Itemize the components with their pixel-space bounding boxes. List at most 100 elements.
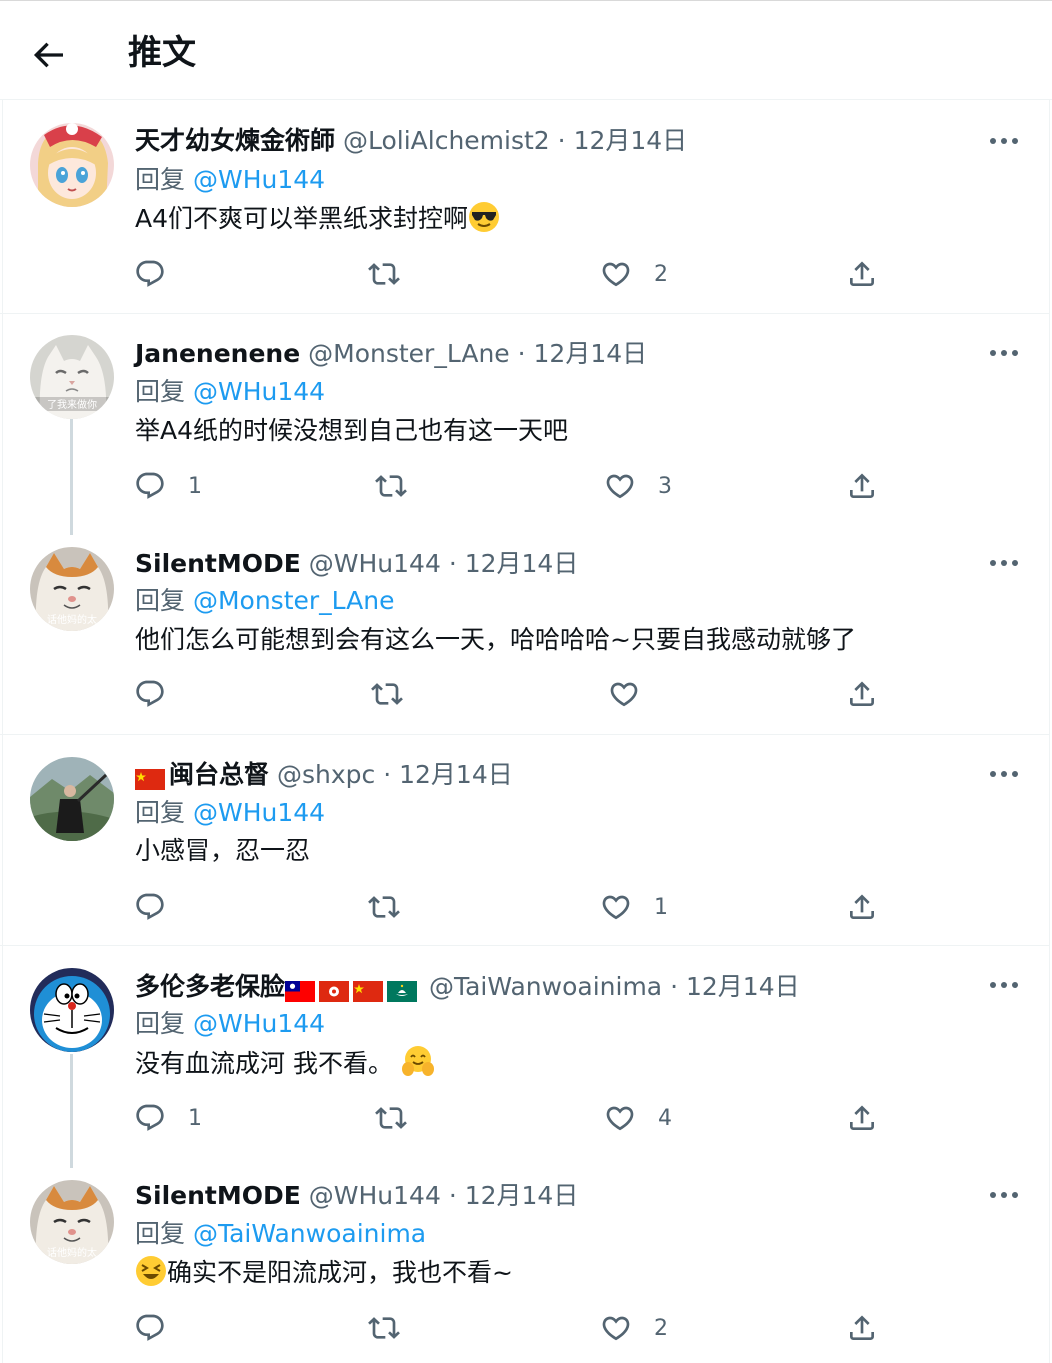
avatar[interactable] bbox=[30, 968, 114, 1052]
reply-mention-link[interactable]: @TaiWanwoainima bbox=[193, 1219, 426, 1248]
share-button[interactable] bbox=[846, 887, 878, 927]
reply-mention-link[interactable]: @WHu144 bbox=[193, 1009, 325, 1038]
tweet[interactable]: 多伦多老保脸 @TaiWanwoainima · 12月14日 回复 @WHu1… bbox=[0, 946, 1050, 1168]
display-name[interactable]: 天才幼女煉金術師 bbox=[135, 126, 335, 155]
separator-dot: · bbox=[383, 760, 392, 789]
user-handle[interactable]: @WHu144 bbox=[309, 549, 441, 578]
more-dots-icon bbox=[988, 553, 1020, 573]
avatar[interactable]: 话他妈的太 bbox=[30, 547, 114, 631]
more-options-button[interactable] bbox=[988, 764, 1020, 784]
tweet[interactable]: 话他妈的太 SilentMODE @WHu144 · 12月14日 回复 @Ta… bbox=[0, 1156, 1050, 1363]
reply-icon bbox=[134, 470, 166, 502]
like-count: 2 bbox=[654, 261, 668, 287]
timestamp[interactable]: 12月14日 bbox=[534, 339, 648, 368]
user-handle[interactable]: @Monster_LAne bbox=[308, 339, 510, 368]
reply-button[interactable] bbox=[134, 254, 166, 294]
retweet-icon bbox=[368, 1312, 400, 1344]
more-options-button[interactable] bbox=[988, 343, 1020, 363]
share-button[interactable] bbox=[846, 1308, 878, 1348]
display-name[interactable]: Janenenene bbox=[135, 339, 300, 368]
reply-prefix: 回复 bbox=[135, 377, 186, 406]
retweet-icon bbox=[368, 891, 400, 923]
timestamp[interactable]: 12月14日 bbox=[686, 972, 800, 1001]
tweet-header: 多伦多老保脸 @TaiWanwoainima · 12月14日 bbox=[135, 967, 800, 1007]
user-handle[interactable]: @TaiWanwoainima bbox=[429, 972, 662, 1001]
reply-prefix: 回复 bbox=[135, 586, 186, 615]
reply-mention-link[interactable]: @WHu144 bbox=[193, 798, 325, 827]
retweet-button[interactable] bbox=[368, 254, 400, 294]
like-button[interactable]: 1 bbox=[600, 887, 668, 927]
user-handle[interactable]: @shxpc bbox=[277, 760, 375, 789]
reply-button[interactable] bbox=[134, 1308, 166, 1348]
more-options-button[interactable] bbox=[988, 131, 1020, 151]
reply-button[interactable] bbox=[134, 887, 166, 927]
reply-mention-link[interactable]: @Monster_LAne bbox=[193, 586, 395, 615]
orange-cat-avatar-image: 话他妈的太 bbox=[30, 547, 114, 631]
share-button[interactable] bbox=[846, 254, 878, 294]
reply-prefix: 回复 bbox=[135, 1009, 186, 1038]
heart-icon bbox=[600, 891, 632, 923]
tweet-actions: 1 3 bbox=[0, 466, 1050, 506]
display-name[interactable]: SilentMODE bbox=[135, 1181, 301, 1210]
tweet[interactable]: 了我来做你 Janenenene @Monster_LAne · 12月14日 … bbox=[0, 313, 1050, 535]
like-button[interactable]: 2 bbox=[600, 1308, 668, 1348]
tweet[interactable]: 天才幼女煉金術師 @LoliAlchemist2 · 12月14日 回复 @WH… bbox=[0, 101, 1050, 314]
tweet-text-content: 确实不是阳流成河，我也不看~ bbox=[167, 1258, 513, 1287]
share-icon bbox=[846, 258, 878, 290]
share-icon bbox=[846, 1312, 878, 1344]
display-name[interactable]: SilentMODE bbox=[135, 549, 301, 578]
retweet-button[interactable] bbox=[375, 1098, 407, 1138]
retweet-button[interactable] bbox=[371, 674, 403, 714]
more-dots-icon bbox=[988, 343, 1020, 363]
avatar[interactable] bbox=[30, 123, 114, 207]
more-dots-icon bbox=[988, 131, 1020, 151]
tweet-text-content: 举A4纸的时候没想到自己也有这一天吧 bbox=[135, 416, 569, 445]
timestamp[interactable]: 12月14日 bbox=[399, 760, 513, 789]
tweet[interactable]: 话他妈的太 SilentMODE @WHu144 · 12月14日 回复 @Mo… bbox=[0, 523, 1050, 735]
tweet[interactable]: 闽台总督 @shxpc · 12月14日 回复 @WHu144 小感冒，忍一忍 … bbox=[0, 735, 1050, 946]
share-button[interactable] bbox=[846, 1098, 878, 1138]
tweet-text: 他们怎么可能想到会有这么一天，哈哈哈哈~只要自我感动就够了 bbox=[135, 621, 856, 659]
reply-mention-link[interactable]: @WHu144 bbox=[193, 377, 325, 406]
more-options-button[interactable] bbox=[988, 1185, 1020, 1205]
reply-icon bbox=[134, 678, 166, 710]
display-name[interactable]: 多伦多老保脸 bbox=[135, 972, 285, 1001]
timestamp[interactable]: 12月14日 bbox=[465, 1181, 579, 1210]
reply-button[interactable] bbox=[134, 674, 166, 714]
avatar[interactable] bbox=[30, 757, 114, 841]
display-name[interactable]: 闽台总督 bbox=[169, 760, 269, 789]
reply-count: 1 bbox=[188, 473, 202, 499]
timestamp[interactable]: 12月14日 bbox=[465, 549, 579, 578]
tweet-text: 小感冒，忍一忍 bbox=[135, 832, 310, 870]
tweet-text: 没有血流成河 我不看。 bbox=[135, 1044, 435, 1083]
like-button[interactable]: 4 bbox=[604, 1098, 672, 1138]
share-button[interactable] bbox=[846, 674, 878, 714]
user-handle[interactable]: @LoliAlchemist2 bbox=[343, 126, 550, 155]
taiwan-flag-icon bbox=[285, 980, 316, 1002]
reply-context: 回复 @WHu144 bbox=[135, 795, 325, 831]
user-handle[interactable]: @WHu144 bbox=[309, 1181, 441, 1210]
back-button[interactable] bbox=[28, 35, 68, 75]
more-options-button[interactable] bbox=[988, 553, 1020, 573]
like-button[interactable]: 3 bbox=[604, 466, 672, 506]
heart-icon bbox=[600, 258, 632, 290]
timestamp[interactable]: 12月14日 bbox=[574, 126, 688, 155]
avatar[interactable]: 了我来做你 bbox=[30, 335, 114, 419]
reply-button[interactable]: 1 bbox=[134, 466, 202, 506]
retweet-button[interactable] bbox=[375, 466, 407, 506]
reply-context: 回复 @Monster_LAne bbox=[135, 583, 395, 619]
like-button[interactable]: 2 bbox=[600, 254, 668, 294]
share-button[interactable] bbox=[846, 466, 878, 506]
more-options-button[interactable] bbox=[988, 975, 1020, 995]
page-title: 推文 bbox=[128, 33, 196, 73]
reply-button[interactable]: 1 bbox=[134, 1098, 202, 1138]
retweet-button[interactable] bbox=[368, 1308, 400, 1348]
share-icon bbox=[846, 891, 878, 923]
avatar[interactable]: 话他妈的太 bbox=[30, 1180, 114, 1264]
retweet-button[interactable] bbox=[368, 887, 400, 927]
reply-mention-link[interactable]: @WHu144 bbox=[193, 165, 325, 194]
avatar-caption: 了我来做你 bbox=[47, 398, 97, 411]
tweet-text: A4们不爽可以举黑纸求封控啊 bbox=[135, 200, 500, 238]
like-button[interactable] bbox=[608, 674, 640, 714]
tweet-actions: 1 4 bbox=[0, 1098, 1050, 1138]
